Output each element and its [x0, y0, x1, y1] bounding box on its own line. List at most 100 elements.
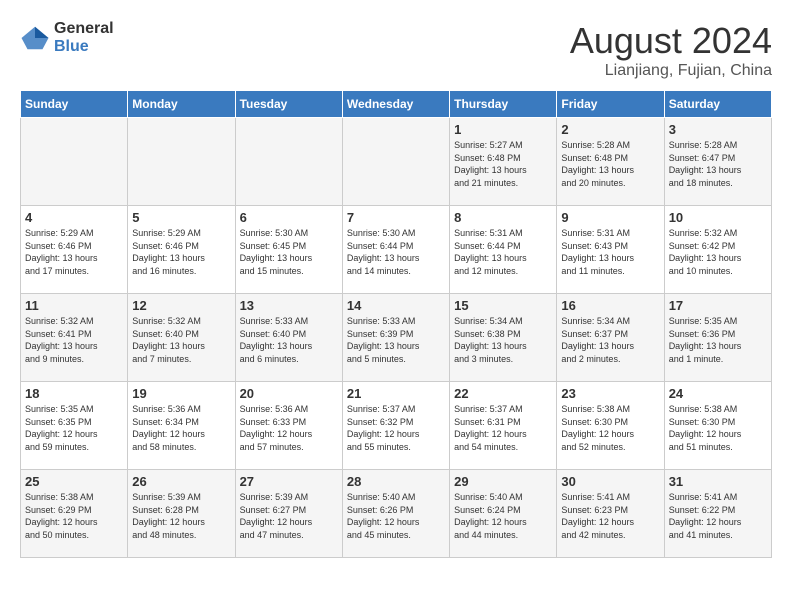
logo: General Blue	[20, 20, 114, 55]
calendar-day-cell: 14 Sunrise: 5:33 AM Sunset: 6:39 PM Dayli…	[342, 294, 449, 382]
calendar-day-cell	[21, 118, 128, 206]
calendar-day-cell: 18Sunrise: 5:35 AM Sunset: 6:35 PM Dayli…	[21, 382, 128, 470]
day-number: 17	[669, 298, 767, 313]
day-info: Sunrise: 5:32 AM Sunset: 6:41 PM Dayligh…	[25, 315, 123, 365]
calendar-day-cell: 15Sunrise: 5:34 AM Sunset: 6:38 PM Dayli…	[450, 294, 557, 382]
calendar-day-cell: 5Sunrise: 5:29 AM Sunset: 6:46 PM Daylig…	[128, 206, 235, 294]
calendar-day-cell: 1Sunrise: 5:27 AM Sunset: 6:48 PM Daylig…	[450, 118, 557, 206]
day-number: 2	[561, 122, 659, 137]
calendar-table: SundayMondayTuesdayWednesdayThursdayFrid…	[20, 90, 772, 558]
weekday-sunday: Sunday	[21, 91, 128, 118]
weekday-tuesday: Tuesday	[235, 91, 342, 118]
day-number: 8	[454, 210, 552, 225]
day-info: Sunrise: 5:30 AM Sunset: 6:45 PM Dayligh…	[240, 227, 338, 277]
day-number: 23	[561, 386, 659, 401]
day-info: Sunrise: 5:28 AM Sunset: 6:48 PM Dayligh…	[561, 139, 659, 189]
day-info: Sunrise: 5:32 AM Sunset: 6:40 PM Dayligh…	[132, 315, 230, 365]
weekday-friday: Friday	[557, 91, 664, 118]
calendar-header: SundayMondayTuesdayWednesdayThursdayFrid…	[21, 91, 772, 118]
weekday-wednesday: Wednesday	[342, 91, 449, 118]
calendar-day-cell: 24 Sunrise: 5:38 AM Sunset: 6:30 PM Dayli…	[664, 382, 771, 470]
day-number: 28	[347, 474, 445, 489]
day-number: 4	[25, 210, 123, 225]
day-number: 27	[240, 474, 338, 489]
weekday-monday: Monday	[128, 91, 235, 118]
calendar-day-cell: 17 Sunrise: 5:35 AM Sunset: 6:36 PM Dayli…	[664, 294, 771, 382]
calendar-day-cell: 11 Sunrise: 5:32 AM Sunset: 6:41 PM Dayli…	[21, 294, 128, 382]
calendar-day-cell	[342, 118, 449, 206]
calendar-day-cell: 29 Sunrise: 5:40 AM Sunset: 6:24 PM Dayli…	[450, 470, 557, 558]
day-number: 31	[669, 474, 767, 489]
day-number: 19	[132, 386, 230, 401]
day-info: Sunrise: 5:38 AM Sunset: 6:30 PM Dayligh…	[561, 403, 659, 453]
day-info: Sunrise: 5:41 AM Sunset: 6:22 PM Dayligh…	[669, 491, 767, 541]
calendar-week-row: 25Sunrise: 5:38 AM Sunset: 6:29 PM Dayli…	[21, 470, 772, 558]
day-number: 16	[561, 298, 659, 313]
calendar-day-cell: 12Sunrise: 5:32 AM Sunset: 6:40 PM Dayli…	[128, 294, 235, 382]
day-info: Sunrise: 5:28 AM Sunset: 6:47 PM Dayligh…	[669, 139, 767, 189]
calendar-week-row: 1Sunrise: 5:27 AM Sunset: 6:48 PM Daylig…	[21, 118, 772, 206]
calendar-day-cell: 13Sunrise: 5:33 AM Sunset: 6:40 PM Dayli…	[235, 294, 342, 382]
day-info: Sunrise: 5:30 AM Sunset: 6:44 PM Dayligh…	[347, 227, 445, 277]
day-number: 24	[669, 386, 767, 401]
day-info: Sunrise: 5:32 AM Sunset: 6:42 PM Dayligh…	[669, 227, 767, 277]
day-number: 22	[454, 386, 552, 401]
day-info: Sunrise: 5:29 AM Sunset: 6:46 PM Dayligh…	[25, 227, 123, 277]
day-number: 10	[669, 210, 767, 225]
calendar-day-cell: 10 Sunrise: 5:32 AM Sunset: 6:42 PM Dayli…	[664, 206, 771, 294]
day-number: 3	[669, 122, 767, 137]
calendar-day-cell: 2 Sunrise: 5:28 AM Sunset: 6:48 PM Daylig…	[557, 118, 664, 206]
logo-icon	[20, 23, 50, 53]
month-title: August 2024	[570, 20, 772, 62]
day-info: Sunrise: 5:27 AM Sunset: 6:48 PM Dayligh…	[454, 139, 552, 189]
day-number: 7	[347, 210, 445, 225]
day-info: Sunrise: 5:31 AM Sunset: 6:44 PM Dayligh…	[454, 227, 552, 277]
calendar-day-cell: 21Sunrise: 5:37 AM Sunset: 6:32 PM Dayli…	[342, 382, 449, 470]
day-info: Sunrise: 5:36 AM Sunset: 6:33 PM Dayligh…	[240, 403, 338, 453]
calendar-week-row: 11 Sunrise: 5:32 AM Sunset: 6:41 PM Dayli…	[21, 294, 772, 382]
day-info: Sunrise: 5:40 AM Sunset: 6:26 PM Dayligh…	[347, 491, 445, 541]
day-info: Sunrise: 5:31 AM Sunset: 6:43 PM Dayligh…	[561, 227, 659, 277]
day-info: Sunrise: 5:34 AM Sunset: 6:37 PM Dayligh…	[561, 315, 659, 365]
logo-general: General	[54, 20, 114, 38]
day-number: 11	[25, 298, 123, 313]
calendar-day-cell: 31 Sunrise: 5:41 AM Sunset: 6:22 PM Dayli…	[664, 470, 771, 558]
calendar-day-cell: 25Sunrise: 5:38 AM Sunset: 6:29 PM Dayli…	[21, 470, 128, 558]
calendar-day-cell: 9 Sunrise: 5:31 AM Sunset: 6:43 PM Daylig…	[557, 206, 664, 294]
day-info: Sunrise: 5:39 AM Sunset: 6:27 PM Dayligh…	[240, 491, 338, 541]
calendar-body: 1Sunrise: 5:27 AM Sunset: 6:48 PM Daylig…	[21, 118, 772, 558]
day-info: Sunrise: 5:33 AM Sunset: 6:39 PM Dayligh…	[347, 315, 445, 365]
day-info: Sunrise: 5:40 AM Sunset: 6:24 PM Dayligh…	[454, 491, 552, 541]
day-info: Sunrise: 5:39 AM Sunset: 6:28 PM Dayligh…	[132, 491, 230, 541]
calendar-day-cell	[128, 118, 235, 206]
calendar-day-cell: 22 Sunrise: 5:37 AM Sunset: 6:31 PM Dayli…	[450, 382, 557, 470]
day-info: Sunrise: 5:33 AM Sunset: 6:40 PM Dayligh…	[240, 315, 338, 365]
day-info: Sunrise: 5:35 AM Sunset: 6:36 PM Dayligh…	[669, 315, 767, 365]
day-info: Sunrise: 5:29 AM Sunset: 6:46 PM Dayligh…	[132, 227, 230, 277]
day-number: 9	[561, 210, 659, 225]
weekday-saturday: Saturday	[664, 91, 771, 118]
day-info: Sunrise: 5:36 AM Sunset: 6:34 PM Dayligh…	[132, 403, 230, 453]
day-info: Sunrise: 5:41 AM Sunset: 6:23 PM Dayligh…	[561, 491, 659, 541]
calendar-day-cell: 23 Sunrise: 5:38 AM Sunset: 6:30 PM Dayli…	[557, 382, 664, 470]
day-number: 6	[240, 210, 338, 225]
calendar-week-row: 18Sunrise: 5:35 AM Sunset: 6:35 PM Dayli…	[21, 382, 772, 470]
calendar-day-cell: 26 Sunrise: 5:39 AM Sunset: 6:28 PM Dayli…	[128, 470, 235, 558]
day-number: 29	[454, 474, 552, 489]
day-number: 25	[25, 474, 123, 489]
calendar-week-row: 4 Sunrise: 5:29 AM Sunset: 6:46 PM Daylig…	[21, 206, 772, 294]
calendar-day-cell: 19 Sunrise: 5:36 AM Sunset: 6:34 PM Dayli…	[128, 382, 235, 470]
calendar-day-cell: 30Sunrise: 5:41 AM Sunset: 6:23 PM Dayli…	[557, 470, 664, 558]
day-info: Sunrise: 5:38 AM Sunset: 6:30 PM Dayligh…	[669, 403, 767, 453]
title-area: August 2024 Lianjiang, Fujian, China	[570, 20, 772, 80]
day-info: Sunrise: 5:37 AM Sunset: 6:31 PM Dayligh…	[454, 403, 552, 453]
day-number: 26	[132, 474, 230, 489]
day-number: 14	[347, 298, 445, 313]
calendar-day-cell: 8 Sunrise: 5:31 AM Sunset: 6:44 PM Daylig…	[450, 206, 557, 294]
weekday-row: SundayMondayTuesdayWednesdayThursdayFrid…	[21, 91, 772, 118]
calendar-day-cell: 28 Sunrise: 5:40 AM Sunset: 6:26 PM Dayli…	[342, 470, 449, 558]
calendar-day-cell: 16 Sunrise: 5:34 AM Sunset: 6:37 PM Dayli…	[557, 294, 664, 382]
day-info: Sunrise: 5:35 AM Sunset: 6:35 PM Dayligh…	[25, 403, 123, 453]
calendar-day-cell: 3 Sunrise: 5:28 AM Sunset: 6:47 PM Daylig…	[664, 118, 771, 206]
location-subtitle: Lianjiang, Fujian, China	[570, 62, 772, 80]
